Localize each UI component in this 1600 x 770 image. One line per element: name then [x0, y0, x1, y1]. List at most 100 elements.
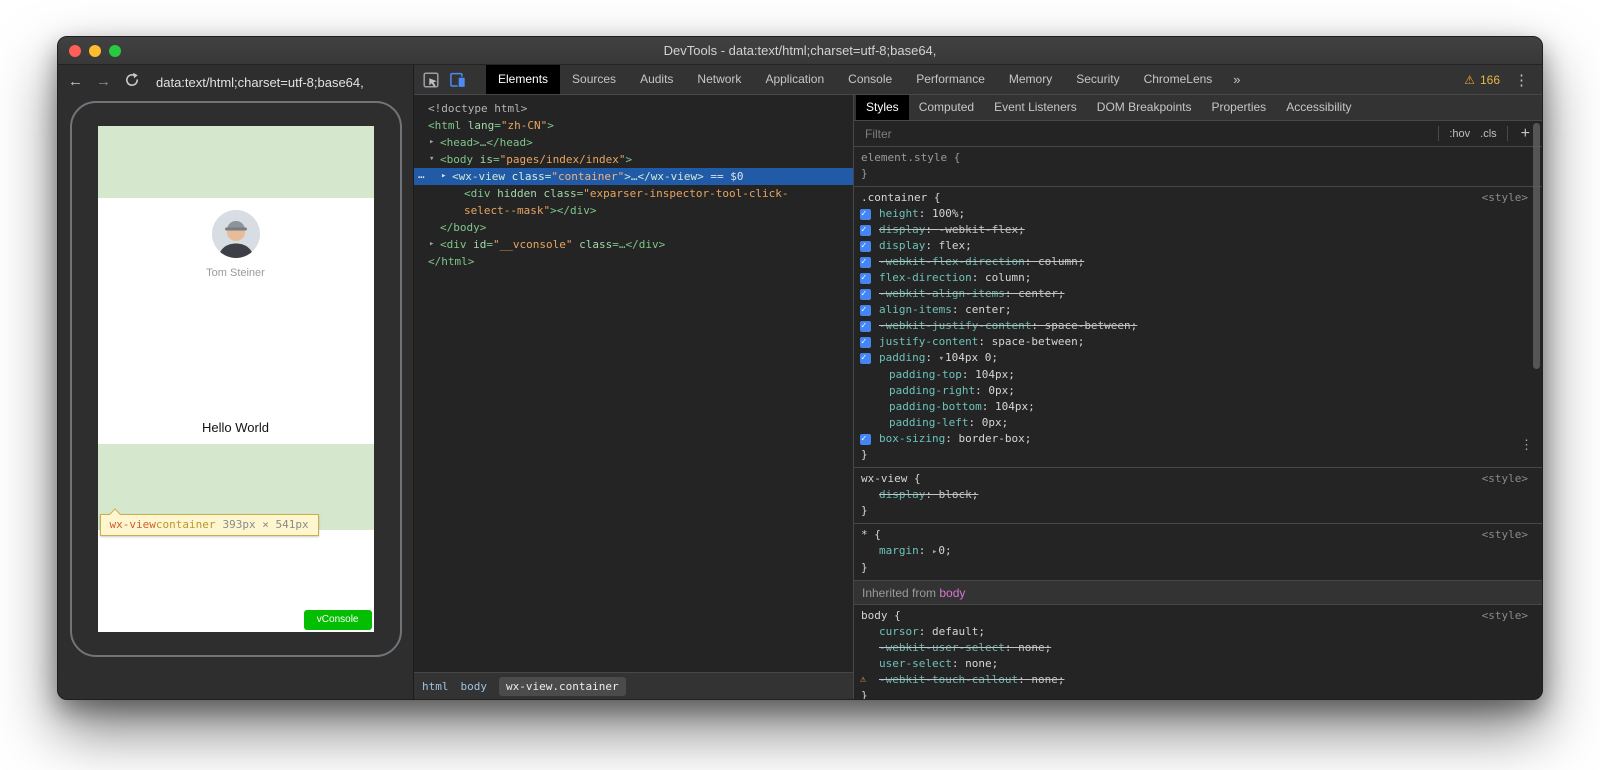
- dom-node[interactable]: </body>: [414, 219, 853, 236]
- tab-sources[interactable]: Sources: [560, 65, 628, 94]
- css-property[interactable]: display: -webkit-flex;: [854, 222, 1542, 238]
- styles-scrollbar-thumb[interactable]: [1533, 123, 1540, 369]
- dom-node[interactable]: <html lang="zh-CN">: [414, 117, 853, 134]
- property-checkbox[interactable]: [860, 337, 871, 348]
- css-property[interactable]: padding-right: 0px;: [854, 383, 1542, 399]
- stylesheet-link[interactable]: <style>: [1482, 608, 1535, 624]
- address-bar[interactable]: data:text/html;charset=utf-8;base64,: [156, 75, 364, 90]
- window-titlebar[interactable]: DevTools - data:text/html;charset=utf-8;…: [58, 37, 1542, 65]
- new-style-rule-button[interactable]: +: [1518, 125, 1533, 143]
- inherited-from-body-link[interactable]: body: [939, 586, 965, 600]
- rule-selector[interactable]: .container: [861, 190, 927, 206]
- dom-node[interactable]: <div hidden class="exparser-inspector-to…: [414, 185, 853, 202]
- dom-node[interactable]: ▸<head>…</head>: [414, 134, 853, 151]
- minimize-window-button[interactable]: [89, 45, 101, 57]
- close-window-button[interactable]: [69, 45, 81, 57]
- sidebar-tab-properties[interactable]: Properties: [1201, 95, 1276, 120]
- property-checkbox[interactable]: [860, 241, 871, 252]
- stylesheet-link[interactable]: <style>: [1482, 190, 1535, 206]
- css-property[interactable]: margin: ▸0;: [854, 543, 1542, 560]
- tab-security[interactable]: Security: [1064, 65, 1131, 94]
- device-toolbar-icon[interactable]: [450, 72, 466, 88]
- property-checkbox[interactable]: [860, 321, 871, 332]
- css-property[interactable]: ⚠-webkit-touch-callout: none;: [854, 672, 1542, 688]
- property-checkbox[interactable]: [860, 289, 871, 300]
- dom-node[interactable]: ▸<div id="__vconsole" class=…</div>: [414, 236, 853, 253]
- back-icon[interactable]: ←: [68, 74, 83, 90]
- css-property[interactable]: user-select: none;: [854, 656, 1542, 672]
- node-menu-icon[interactable]: …: [418, 166, 426, 183]
- sidebar-tab-computed[interactable]: Computed: [909, 95, 984, 120]
- disclosure-collapsed-icon[interactable]: ▸: [429, 236, 434, 253]
- tab-chromelens[interactable]: ChromeLens: [1132, 65, 1225, 94]
- dom-node[interactable]: <!doctype html>: [414, 100, 853, 117]
- css-property[interactable]: flex-direction: column;: [854, 270, 1542, 286]
- dom-node[interactable]: ▾<body is="pages/index/index">: [414, 151, 853, 168]
- tab-performance[interactable]: Performance: [904, 65, 997, 94]
- property-checkbox[interactable]: [860, 273, 871, 284]
- sidebar-tab-accessibility[interactable]: Accessibility: [1276, 95, 1361, 120]
- css-property[interactable]: display: flex;: [854, 238, 1542, 254]
- sidebar-tab-event-listeners[interactable]: Event Listeners: [984, 95, 1087, 120]
- disclosure-collapsed-icon[interactable]: ▸: [429, 134, 434, 151]
- rule-selector[interactable]: *: [861, 527, 868, 543]
- css-property[interactable]: padding-left: 0px;: [854, 415, 1542, 431]
- styles-filter-input[interactable]: [863, 126, 1428, 142]
- css-property[interactable]: box-sizing: border-box;: [854, 431, 1542, 447]
- dom-node[interactable]: …▸<wx-view class="container">…</wx-view>…: [414, 168, 853, 185]
- more-tabs-chevron-icon[interactable]: »: [1224, 65, 1249, 94]
- tab-memory[interactable]: Memory: [997, 65, 1064, 94]
- css-property[interactable]: align-items: center;: [854, 302, 1542, 318]
- disclosure-collapsed-icon[interactable]: ▸: [441, 168, 446, 185]
- breadcrumb-html[interactable]: html: [422, 680, 449, 693]
- css-property[interactable]: -webkit-user-select: none;: [854, 640, 1542, 656]
- devtools-body: <!doctype html><html lang="zh-CN">▸<head…: [414, 95, 1542, 699]
- css-property[interactable]: height: 100%;: [854, 206, 1542, 222]
- property-checkbox[interactable]: [860, 305, 871, 316]
- stylesheet-link[interactable]: <style>: [1482, 471, 1535, 487]
- css-property[interactable]: justify-content: space-between;: [854, 334, 1542, 350]
- toggle-element-state-button[interactable]: :hov: [1449, 128, 1470, 140]
- zoom-window-button[interactable]: [109, 45, 121, 57]
- sidebar-tab-dom-breakpoints[interactable]: DOM Breakpoints: [1087, 95, 1202, 120]
- property-checkbox[interactable]: [860, 209, 871, 220]
- tab-network[interactable]: Network: [685, 65, 753, 94]
- dom-node[interactable]: select--mask"></div>: [414, 202, 853, 219]
- rule-selector[interactable]: body: [861, 608, 888, 624]
- css-property[interactable]: -webkit-justify-content: space-between;: [854, 318, 1542, 334]
- stylesheet-link[interactable]: <style>: [1482, 527, 1535, 543]
- property-checkbox[interactable]: [860, 353, 871, 364]
- css-property[interactable]: -webkit-align-items: center;: [854, 286, 1542, 302]
- disclosure-expanded-icon[interactable]: ▾: [429, 151, 434, 168]
- property-checkbox[interactable]: [860, 225, 871, 236]
- breadcrumb-wx-view-container[interactable]: wx-view.container: [499, 677, 626, 696]
- filter-divider: [1438, 126, 1439, 141]
- dom-node[interactable]: </html>: [414, 253, 853, 270]
- element-classes-button[interactable]: .cls: [1480, 128, 1497, 140]
- rule-selector[interactable]: wx-view: [861, 471, 907, 487]
- css-property[interactable]: -webkit-flex-direction: column;: [854, 254, 1542, 270]
- forward-icon[interactable]: →: [96, 74, 111, 90]
- breadcrumb-body[interactable]: body: [461, 680, 488, 693]
- rule-overflow-menu-icon[interactable]: ⋮: [1520, 438, 1533, 454]
- tab-console[interactable]: Console: [836, 65, 904, 94]
- tab-application[interactable]: Application: [753, 65, 836, 94]
- vconsole-button[interactable]: vConsole: [304, 610, 372, 630]
- tab-audits[interactable]: Audits: [628, 65, 685, 94]
- rule-selector[interactable]: element.style: [861, 150, 947, 166]
- inspect-element-icon[interactable]: [423, 72, 439, 88]
- css-property[interactable]: padding: ▾104px 0;: [854, 350, 1542, 367]
- property-checkbox[interactable]: [860, 434, 871, 445]
- devtools-menu-icon[interactable]: ⋮: [1514, 71, 1529, 89]
- sidebar-tab-styles[interactable]: Styles: [856, 95, 909, 120]
- css-property[interactable]: cursor: default;: [854, 624, 1542, 640]
- inherited-from-label: Inherited from body: [854, 581, 1542, 605]
- css-property[interactable]: padding-bottom: 104px;: [854, 399, 1542, 415]
- tooltip-tag-name: wx-view: [110, 518, 156, 531]
- tab-elements[interactable]: Elements: [486, 65, 560, 94]
- css-property[interactable]: display: block;: [854, 487, 1542, 503]
- reload-icon[interactable]: [124, 72, 140, 93]
- property-checkbox[interactable]: [860, 257, 871, 268]
- warning-badge[interactable]: ⚠ 166: [1464, 73, 1500, 87]
- css-property[interactable]: padding-top: 104px;: [854, 367, 1542, 383]
